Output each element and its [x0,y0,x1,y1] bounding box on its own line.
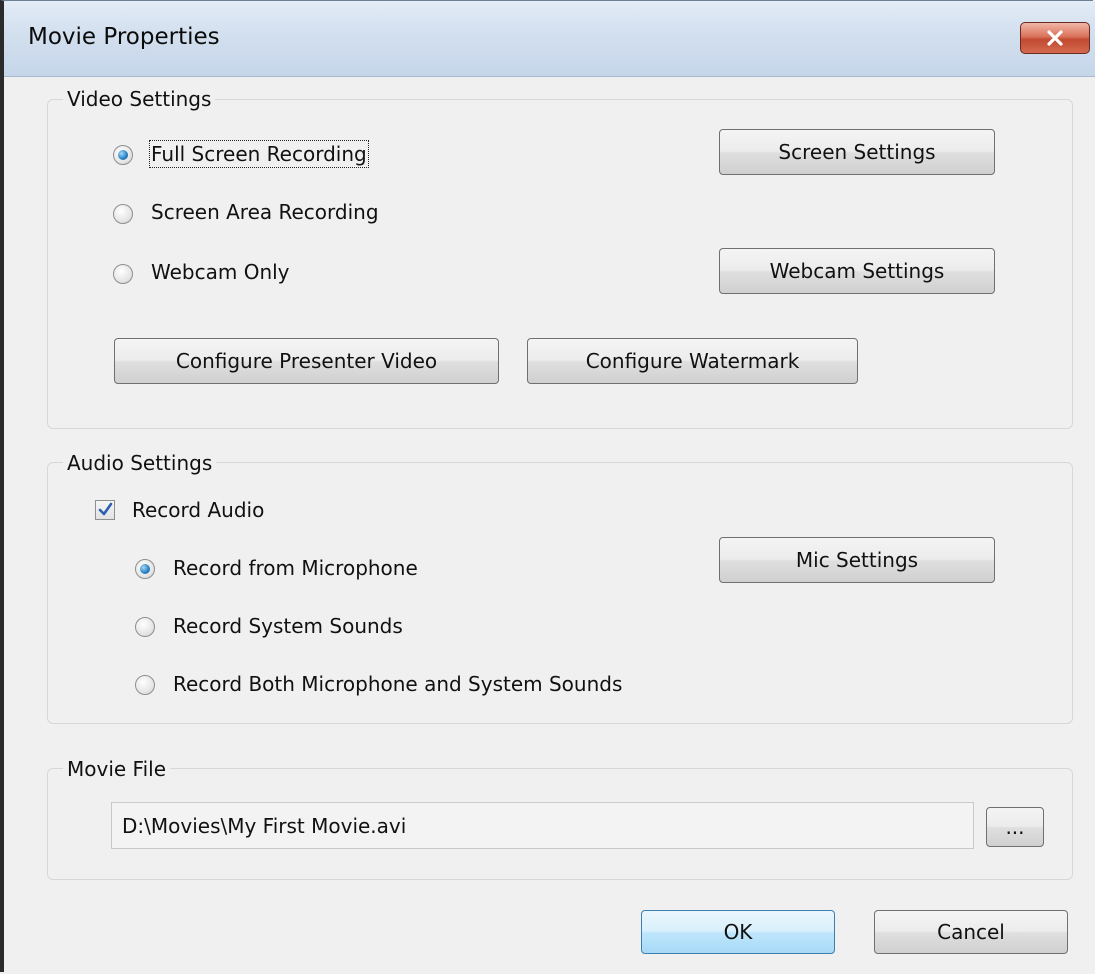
screen-area-recording-label[interactable]: Screen Area Recording [151,200,379,224]
record-system-sounds-radio[interactable] [135,617,155,637]
record-both-label[interactable]: Record Both Microphone and System Sounds [173,672,622,696]
movie-file-label: Movie File [63,757,171,781]
webcam-settings-button[interactable]: Webcam Settings [719,248,995,294]
checkmark-icon [98,502,113,516]
configure-watermark-button[interactable]: Configure Watermark [527,338,858,384]
screen-area-recording-radio[interactable] [113,204,133,224]
cancel-button[interactable]: Cancel [874,910,1068,954]
title-bar[interactable]: Movie Properties [4,1,1095,77]
ok-button[interactable]: OK [641,910,835,954]
webcam-only-label[interactable]: Webcam Only [151,260,290,284]
record-audio-label[interactable]: Record Audio [132,498,264,522]
record-audio-checkbox[interactable] [95,500,115,520]
webcam-only-radio[interactable] [113,264,133,284]
configure-presenter-video-button[interactable]: Configure Presenter Video [114,338,499,384]
movie-file-path-field[interactable]: D:\Movies\My First Movie.avi [111,802,974,849]
mic-settings-button[interactable]: Mic Settings [719,537,995,583]
window-title: Movie Properties [28,24,220,50]
record-from-microphone-radio[interactable] [135,559,155,579]
screen-settings-button[interactable]: Screen Settings [719,129,995,175]
close-button[interactable] [1020,22,1090,54]
audio-settings-label: Audio Settings [63,451,217,475]
record-from-microphone-label[interactable]: Record from Microphone [173,556,418,580]
full-screen-recording-radio[interactable] [113,145,133,165]
record-system-sounds-label[interactable]: Record System Sounds [173,614,403,638]
record-both-radio[interactable] [135,675,155,695]
close-icon [1047,30,1063,46]
browse-button[interactable]: ... [986,807,1044,847]
video-settings-label: Video Settings [63,87,216,111]
full-screen-recording-label[interactable]: Full Screen Recording [149,140,369,168]
